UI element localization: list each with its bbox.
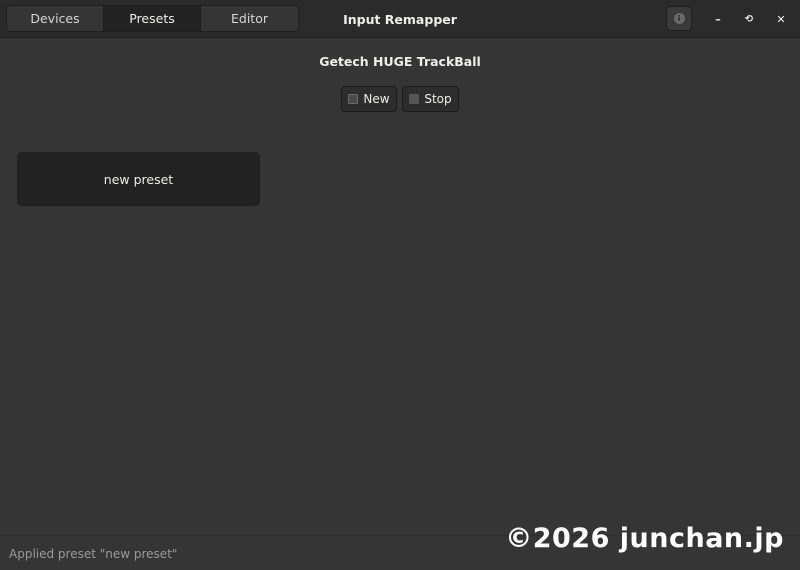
close-icon: ✕ xyxy=(776,12,786,26)
about-button[interactable]: i xyxy=(666,6,692,31)
stop-icon xyxy=(409,94,420,104)
tab-devices[interactable]: Devices xyxy=(7,6,104,31)
minimize-button[interactable]: – xyxy=(707,8,729,30)
view-switcher: Devices Presets Editor xyxy=(6,5,299,32)
watermark: ©2026 junchan.jp xyxy=(505,523,784,554)
device-name-heading: Getech HUGE TrackBall xyxy=(319,54,481,69)
header-bar: Devices Presets Editor Input Remapper i … xyxy=(0,0,800,38)
tab-presets[interactable]: Presets xyxy=(104,6,201,31)
maximize-button[interactable]: ⟲ xyxy=(738,8,760,30)
new-button-label: New xyxy=(363,92,390,106)
restore-icon: ⟲ xyxy=(744,13,754,25)
close-button[interactable]: ✕ xyxy=(770,8,792,30)
preset-card[interactable]: new preset xyxy=(17,152,260,206)
preset-name: new preset xyxy=(103,171,174,187)
new-preset-button[interactable]: New xyxy=(341,86,397,112)
minimize-icon: – xyxy=(715,12,721,26)
status-message: Applied preset "new preset" xyxy=(9,547,178,561)
stop-button[interactable]: Stop xyxy=(402,86,459,112)
tab-editor[interactable]: Editor xyxy=(201,6,298,31)
new-icon xyxy=(348,94,359,104)
info-icon: i xyxy=(673,13,685,24)
stop-button-label: Stop xyxy=(424,92,452,106)
